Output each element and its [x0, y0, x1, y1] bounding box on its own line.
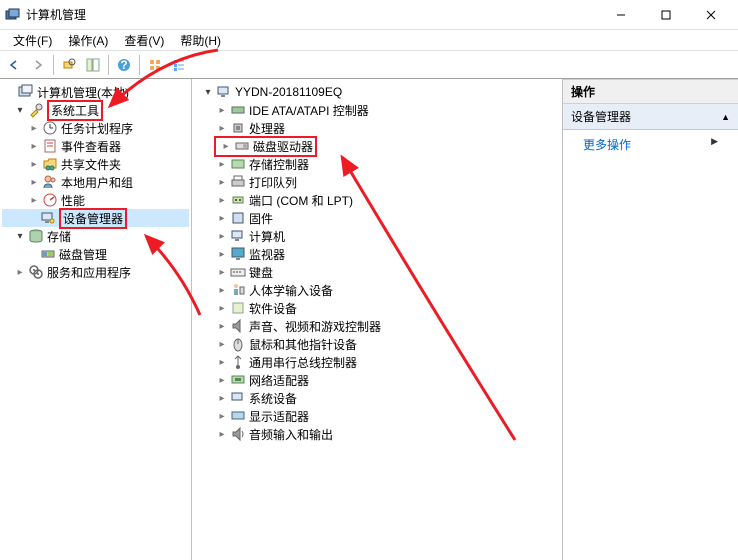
- device-ide[interactable]: IDE ATA/ATAPI 控制器: [194, 101, 560, 119]
- disk-drive-icon: [234, 138, 250, 154]
- monitor-icon: [230, 246, 246, 262]
- tree-device-manager[interactable]: 设备管理器: [2, 209, 189, 227]
- more-actions-link[interactable]: 更多操作 ▶: [563, 130, 738, 159]
- titlebar: 计算机管理: [0, 0, 738, 30]
- device-tree[interactable]: YYDN-20181109EQ IDE ATA/ATAPI 控制器 处理器 磁盘…: [192, 79, 563, 560]
- menu-view[interactable]: 查看(V): [116, 30, 172, 51]
- device-manager-icon: [40, 210, 56, 226]
- tree-system-tools[interactable]: 系统工具: [2, 101, 189, 119]
- device-root[interactable]: YYDN-20181109EQ: [194, 83, 560, 101]
- device-firmware[interactable]: 固件: [194, 209, 560, 227]
- computer-icon: [216, 84, 232, 100]
- disk-icon: [40, 246, 56, 262]
- ide-icon: [230, 102, 246, 118]
- display-adapter-icon: [230, 408, 246, 424]
- device-audio-io[interactable]: 音频输入和输出: [194, 425, 560, 443]
- device-software[interactable]: 软件设备: [194, 299, 560, 317]
- performance-icon: [42, 192, 58, 208]
- keyboard-icon: [230, 264, 246, 280]
- tree-services-apps[interactable]: 服务和应用程序: [2, 263, 189, 281]
- back-button[interactable]: [3, 54, 25, 76]
- tree-task-scheduler[interactable]: 任务计划程序: [2, 119, 189, 137]
- device-usb[interactable]: 通用串行总线控制器: [194, 353, 560, 371]
- forward-button[interactable]: [27, 54, 49, 76]
- svg-text:?: ?: [120, 58, 127, 72]
- maximize-button[interactable]: [643, 0, 688, 30]
- show-console-tree-button[interactable]: [82, 54, 104, 76]
- menubar: 文件(F) 操作(A) 查看(V) 帮助(H): [0, 30, 738, 51]
- tree-shared-folders[interactable]: 共享文件夹: [2, 155, 189, 173]
- view-details-button[interactable]: [168, 54, 190, 76]
- device-network[interactable]: 网络适配器: [194, 371, 560, 389]
- device-mouse[interactable]: 鼠标和其他指针设备: [194, 335, 560, 353]
- tree-root[interactable]: 计算机管理(本地): [2, 83, 189, 101]
- mouse-icon: [230, 336, 246, 352]
- device-disk[interactable]: 磁盘驱动器: [194, 137, 560, 155]
- device-cpu[interactable]: 处理器: [194, 119, 560, 137]
- speaker-icon: [230, 318, 246, 334]
- menu-action[interactable]: 操作(A): [60, 30, 116, 51]
- device-audio-video[interactable]: 声音、视频和游戏控制器: [194, 317, 560, 335]
- scan-hardware-button[interactable]: [58, 54, 80, 76]
- firmware-icon: [230, 210, 246, 226]
- storage-ctrl-icon: [230, 156, 246, 172]
- device-printers[interactable]: 打印队列: [194, 173, 560, 191]
- view-large-button[interactable]: [144, 54, 166, 76]
- network-icon: [230, 372, 246, 388]
- audio-io-icon: [230, 426, 246, 442]
- users-icon: [42, 174, 58, 190]
- help-button[interactable]: ?: [113, 54, 135, 76]
- device-ports[interactable]: 端口 (COM 和 LPT): [194, 191, 560, 209]
- device-computer[interactable]: 计算机: [194, 227, 560, 245]
- chevron-up-icon: ▲: [721, 112, 730, 122]
- menu-file[interactable]: 文件(F): [5, 30, 60, 51]
- window-title: 计算机管理: [26, 6, 598, 23]
- port-icon: [230, 192, 246, 208]
- menu-help[interactable]: 帮助(H): [172, 30, 229, 51]
- hid-icon: [230, 282, 246, 298]
- services-icon: [28, 264, 44, 280]
- device-system[interactable]: 系统设备: [194, 389, 560, 407]
- actions-section[interactable]: 设备管理器 ▲: [563, 104, 738, 130]
- chevron-right-icon: ▶: [711, 136, 718, 147]
- printer-icon: [230, 174, 246, 190]
- tree-performance[interactable]: 性能: [2, 191, 189, 209]
- tree-event-viewer[interactable]: 事件查看器: [2, 137, 189, 155]
- computer-management-icon: [18, 84, 34, 100]
- actions-header: 操作: [563, 79, 738, 104]
- device-display[interactable]: 显示适配器: [194, 407, 560, 425]
- storage-icon: [28, 228, 44, 244]
- software-icon: [230, 300, 246, 316]
- actions-panel: 操作 设备管理器 ▲ 更多操作 ▶: [563, 79, 738, 560]
- usb-icon: [230, 354, 246, 370]
- tree-storage[interactable]: 存储: [2, 227, 189, 245]
- clock-icon: [42, 120, 58, 136]
- console-tree[interactable]: 计算机管理(本地) 系统工具 任务计划程序 事件查看器 共享文件夹 本地用户和组…: [0, 79, 192, 560]
- tree-disk-management[interactable]: 磁盘管理: [2, 245, 189, 263]
- close-button[interactable]: [688, 0, 733, 30]
- tree-local-users[interactable]: 本地用户和组: [2, 173, 189, 191]
- device-keyboard[interactable]: 键盘: [194, 263, 560, 281]
- device-hid[interactable]: 人体学输入设备: [194, 281, 560, 299]
- minimize-button[interactable]: [598, 0, 643, 30]
- tools-icon: [28, 102, 44, 118]
- device-monitor[interactable]: 监视器: [194, 245, 560, 263]
- system-icon: [230, 390, 246, 406]
- event-icon: [42, 138, 58, 154]
- shared-folder-icon: [42, 156, 58, 172]
- cpu-icon: [230, 120, 246, 136]
- pc-icon: [230, 228, 246, 244]
- app-icon: [5, 7, 21, 23]
- device-storage-ctrl[interactable]: 存储控制器: [194, 155, 560, 173]
- toolbar: ?: [0, 51, 738, 79]
